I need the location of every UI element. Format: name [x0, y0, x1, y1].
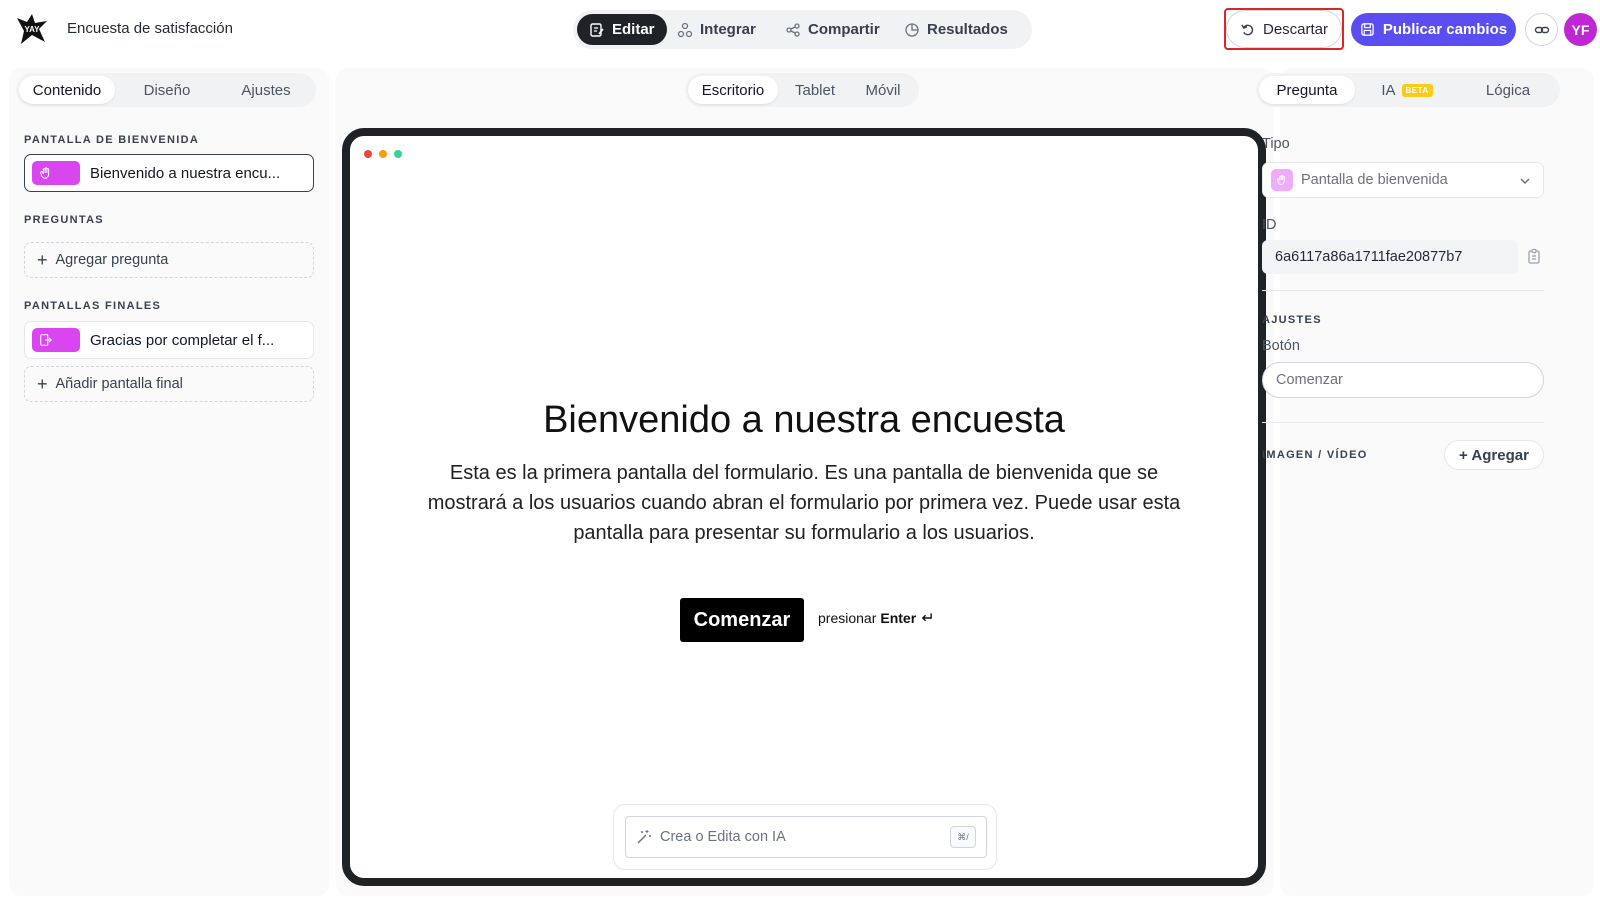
- divider: [1262, 422, 1544, 423]
- welcome-title[interactable]: Bienvenido a nuestra encuesta: [350, 399, 1258, 442]
- ai-placeholder: Crea o Edita con IA: [660, 829, 786, 845]
- mode-switcher: Editar Integrar Compartir Resultados: [573, 10, 1032, 49]
- start-button[interactable]: Comenzar: [680, 598, 804, 642]
- settings-section-label: AJUSTES: [1262, 314, 1322, 326]
- left-tabs: Contenido Diseño Ajustes: [16, 73, 316, 107]
- id-field[interactable]: 6a6117a86a1711fae20877b7: [1262, 240, 1518, 274]
- divider: [1262, 290, 1544, 291]
- app-logo-icon[interactable]: YAY: [15, 12, 49, 46]
- tab-integrate-label: Integrar: [700, 21, 756, 38]
- discard-button[interactable]: Descartar: [1226, 10, 1342, 48]
- device-mobile[interactable]: Móvil: [850, 76, 916, 104]
- button-text-input[interactable]: Comenzar: [1262, 362, 1544, 398]
- save-icon: [1361, 23, 1374, 36]
- share-icon: [786, 22, 800, 37]
- button-label: Botón: [1262, 338, 1300, 354]
- device-switcher: Escritorio Tablet Móvil: [685, 73, 919, 107]
- questions-section-label: PREGUNTAS: [24, 214, 104, 226]
- type-value: Pantalla de bienvenida: [1301, 172, 1448, 188]
- tab-edit-label: Editar: [612, 21, 655, 38]
- close-dot-icon: [364, 150, 372, 158]
- tab-content[interactable]: Contenido: [19, 76, 115, 104]
- window-controls: [364, 150, 402, 158]
- magic-wand-icon: [637, 830, 651, 844]
- add-ending-button[interactable]: + Añadir pantalla final: [24, 366, 314, 402]
- add-media-button[interactable]: + Agregar: [1444, 440, 1544, 470]
- maximize-dot-icon: [394, 150, 402, 158]
- welcome-section-label: PANTALLA DE BIENVENIDA: [24, 134, 200, 146]
- device-desktop[interactable]: Escritorio: [688, 76, 778, 104]
- user-avatar[interactable]: YF: [1564, 13, 1597, 46]
- hand-wave-icon: [1276, 175, 1285, 185]
- tab-results[interactable]: Resultados: [892, 14, 1020, 45]
- press-enter-hint: presionar Enter: [818, 610, 933, 626]
- link-icon: [1534, 26, 1549, 33]
- tab-share-label: Compartir: [808, 21, 880, 38]
- enter-key-icon: [921, 613, 933, 622]
- add-question-button[interactable]: + Agregar pregunta: [24, 242, 314, 278]
- chevron-down-icon: [1520, 178, 1530, 185]
- type-label: Tipo: [1262, 136, 1290, 152]
- undo-icon: [1241, 23, 1254, 35]
- add-question-label: Agregar pregunta: [55, 252, 169, 268]
- press-hint-key: Enter: [880, 610, 917, 626]
- edit-icon: [590, 22, 604, 37]
- welcome-chip: [32, 161, 80, 185]
- ending-screen-item[interactable]: Gracias por completar el f...: [24, 321, 314, 359]
- results-icon: [905, 22, 919, 37]
- ai-bar: Crea o Edita con IA ⌘/: [613, 804, 997, 870]
- top-bar: YAY Encuesta de satisfacción Editar Inte…: [0, 0, 1600, 60]
- type-select[interactable]: Pantalla de bienvenida: [1262, 162, 1544, 198]
- clipboard-icon[interactable]: [1526, 248, 1542, 264]
- exit-icon: [40, 334, 52, 346]
- welcome-item-label: Bienvenido a nuestra encu...: [90, 164, 281, 182]
- welcome-screen-item[interactable]: Bienvenido a nuestra encu...: [24, 154, 314, 192]
- endings-section-label: PANTALLAS FINALES: [24, 300, 162, 312]
- plus-icon: +: [37, 374, 48, 394]
- left-panel: Contenido Diseño Ajustes PANTALLA DE BIE…: [9, 68, 329, 896]
- ending-item-label: Gracias por completar el f...: [90, 331, 275, 349]
- publish-button[interactable]: Publicar cambios: [1351, 13, 1516, 46]
- tab-design[interactable]: Diseño: [119, 76, 215, 104]
- device-tablet[interactable]: Tablet: [780, 76, 850, 104]
- plus-icon: +: [37, 250, 48, 270]
- tab-edit[interactable]: Editar: [577, 14, 667, 45]
- copy-link-button[interactable]: [1525, 13, 1558, 46]
- ai-input[interactable]: Crea o Edita con IA ⌘/: [625, 816, 987, 858]
- preview-device-frame: Bienvenido a nuestra encuesta Esta es la…: [342, 128, 1266, 886]
- publish-label: Publicar cambios: [1382, 21, 1508, 38]
- tab-results-label: Resultados: [927, 21, 1008, 38]
- ai-shortcut-badge: ⌘/: [950, 826, 976, 848]
- integrate-icon: [677, 22, 693, 37]
- tab-integrate[interactable]: Integrar: [665, 14, 768, 45]
- hand-wave-icon: [40, 167, 50, 179]
- right-panel-content: Tipo Pantalla de bienvenida ID 6a6117a86…: [1248, 68, 1594, 896]
- press-hint-prefix: presionar: [818, 610, 877, 626]
- form-title[interactable]: Encuesta de satisfacción: [67, 20, 233, 37]
- welcome-description[interactable]: Esta es la primera pantalla del formular…: [420, 458, 1188, 548]
- add-ending-label: Añadir pantalla final: [55, 376, 183, 392]
- discard-label: Descartar: [1262, 20, 1329, 38]
- tab-settings[interactable]: Ajustes: [219, 76, 313, 104]
- id-label: ID: [1262, 217, 1277, 233]
- tab-share[interactable]: Compartir: [773, 14, 892, 45]
- type-chip: [1271, 169, 1293, 191]
- logo-text: YAY: [25, 25, 41, 34]
- minimize-dot-icon: [379, 150, 387, 158]
- ending-chip: [32, 328, 80, 352]
- media-section-label: IMAGEN / VÍDEO: [1262, 449, 1368, 461]
